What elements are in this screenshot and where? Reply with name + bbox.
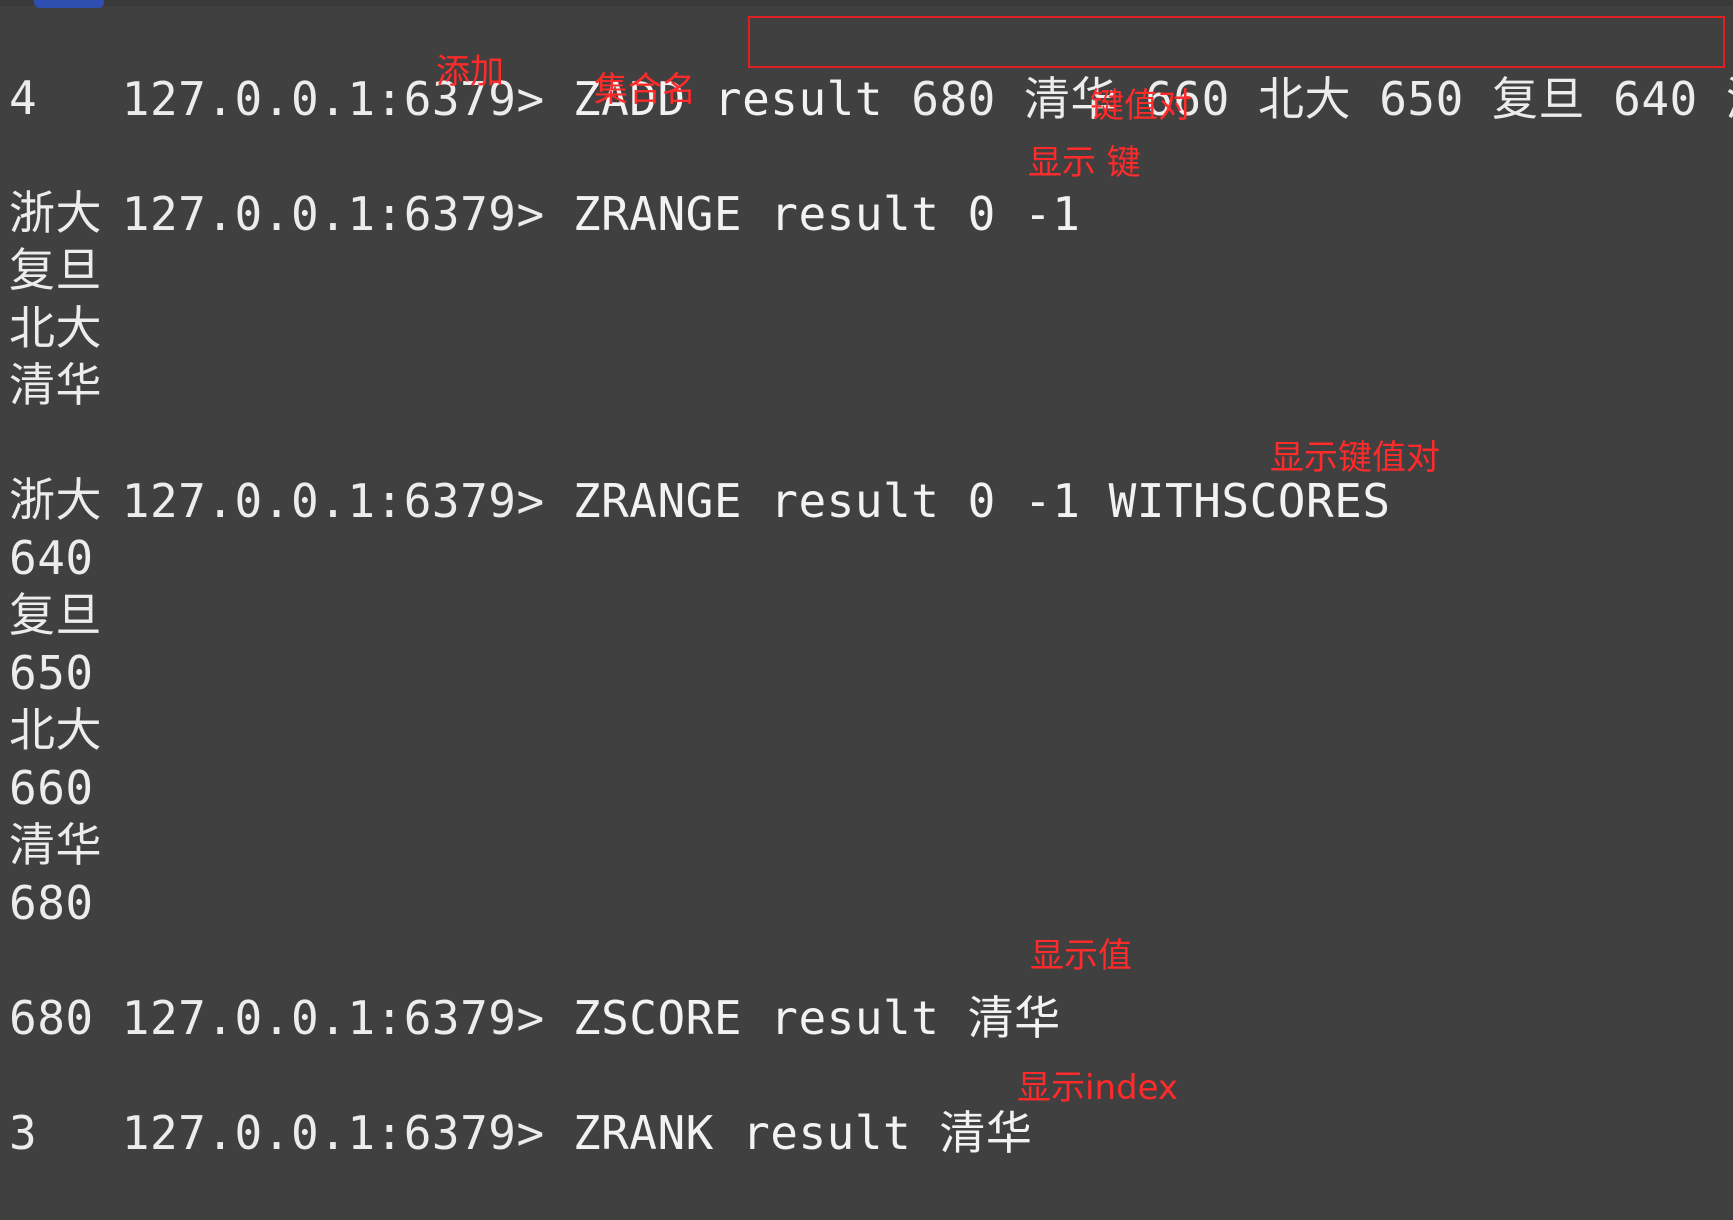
command-line-zscore: 127.0.0.1:6379> ZSCORE result 清华 bbox=[9, 931, 1061, 1045]
output-line: 4 bbox=[9, 71, 38, 125]
annotation-add: 添加 bbox=[436, 52, 504, 92]
output-line: 640 bbox=[9, 531, 94, 585]
output-line: 680 bbox=[9, 876, 94, 930]
annotation-key-value-pair: 键值对 bbox=[1090, 86, 1192, 126]
annotation-set-name: 集合名 bbox=[594, 70, 696, 110]
output-line: 复旦 bbox=[9, 588, 102, 642]
output-line: 北大 bbox=[9, 703, 102, 757]
command-args: 680 清华 660 北大 650 复旦 640 浙大 bbox=[911, 72, 1733, 126]
output-line: 复旦 bbox=[9, 243, 102, 297]
output-line: 浙大 bbox=[9, 473, 102, 527]
prompt: 127.0.0.1:6379> bbox=[121, 474, 545, 528]
command-text: ZRANGE result 0 -1 bbox=[572, 187, 1081, 241]
command-text: ZRANK result 清华 bbox=[572, 1106, 1033, 1160]
command-text: ZRANGE result 0 -1 WITHSCORES bbox=[572, 474, 1391, 528]
window-top-edge bbox=[0, 0, 1733, 6]
output-line: 清华 bbox=[9, 818, 102, 872]
key-value-highlight-box bbox=[748, 16, 1725, 68]
prompt: 127.0.0.1:6379> bbox=[121, 1106, 545, 1160]
command-line-zrange-withscores: 127.0.0.1:6379> ZRANGE result 0 -1 WITHS… bbox=[9, 414, 1391, 528]
terminal-window[interactable]: 127.0.0.1:6379> ZADD result 680 清华 660 北… bbox=[0, 0, 1733, 1162]
output-line: 680 bbox=[9, 991, 94, 1045]
output-line: 浙大 bbox=[9, 186, 102, 240]
output-line: 3 bbox=[9, 1106, 38, 1160]
output-line: 北大 bbox=[9, 301, 102, 355]
terminal-tab-indicator[interactable] bbox=[34, 0, 104, 8]
command-line-zrank: 127.0.0.1:6379> ZRANK result 清华 bbox=[9, 1046, 1032, 1160]
prompt: 127.0.0.1:6379> bbox=[121, 991, 545, 1045]
command-text: ZSCORE result 清华 bbox=[572, 991, 1061, 1045]
annotation-show-index: 显示index bbox=[1017, 1068, 1179, 1108]
annotation-show-keys: 显示 键 bbox=[1028, 143, 1141, 183]
output-line: 清华 bbox=[9, 358, 102, 412]
prompt: 127.0.0.1:6379> bbox=[121, 187, 545, 241]
annotation-show-key-value-pairs: 显示键值对 bbox=[1270, 438, 1440, 478]
annotation-show-value: 显示值 bbox=[1030, 936, 1132, 976]
output-line: 650 bbox=[9, 646, 94, 700]
command-line-zrange: 127.0.0.1:6379> ZRANGE result 0 -1 bbox=[9, 127, 1080, 241]
output-line: 660 bbox=[9, 761, 94, 815]
